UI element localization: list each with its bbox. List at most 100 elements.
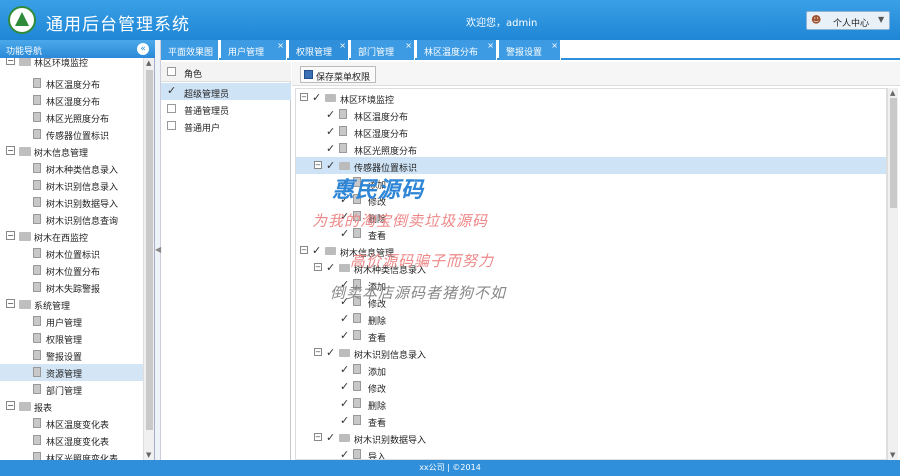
permission-checkbox[interactable]: ✓ xyxy=(326,431,335,444)
file-icon xyxy=(33,384,41,394)
nav-item[interactable]: 资源管理 xyxy=(0,364,143,381)
permission-node[interactable]: ✓ 删除 xyxy=(296,395,886,412)
role-row[interactable]: 普通用户 xyxy=(161,117,291,134)
role-checkbox[interactable] xyxy=(167,121,176,130)
nav-item[interactable]: 树木位置分布 xyxy=(0,262,143,279)
permission-node[interactable]: ✓ 林区温度分布 xyxy=(296,106,886,123)
permission-node[interactable]: − ✓ 树木识别数据导入 xyxy=(296,429,886,446)
collapse-toggle-icon[interactable]: − xyxy=(300,93,308,101)
nav-item[interactable]: 部门管理 xyxy=(0,381,143,398)
nav-item[interactable]: 树木种类信息录入 xyxy=(0,160,143,177)
file-icon xyxy=(33,214,41,224)
file-icon xyxy=(353,313,361,323)
collapse-toggle-icon[interactable]: − xyxy=(314,263,322,271)
tab-4[interactable]: 部门管理 × xyxy=(351,40,415,60)
collapse-toggle-icon[interactable]: − xyxy=(300,246,308,254)
permission-node[interactable]: ✓ 查看 xyxy=(296,327,886,344)
nav-item[interactable]: 树木位置标识 xyxy=(0,245,143,262)
nav-item[interactable]: 树木识别信息查询 xyxy=(0,211,143,228)
permission-checkbox[interactable]: ✓ xyxy=(326,159,335,172)
nav-group[interactable]: − 报表 xyxy=(0,398,143,415)
permission-node[interactable]: ✓ 修改 xyxy=(296,378,886,395)
permission-checkbox[interactable]: ✓ xyxy=(340,414,349,427)
sidebar-scrollbar[interactable]: ▲ ▼ xyxy=(143,58,154,460)
file-icon xyxy=(33,282,41,292)
permission-checkbox[interactable]: ✓ xyxy=(326,142,335,155)
role-row[interactable]: ✓ 超级管理员 xyxy=(161,83,291,100)
permission-checkbox[interactable]: ✓ xyxy=(326,108,335,121)
nav-group[interactable]: − 系统管理 xyxy=(0,296,143,313)
permission-checkbox[interactable]: ✓ xyxy=(340,397,349,410)
close-icon[interactable]: × xyxy=(277,41,284,50)
nav-item[interactable]: 林区光照度变化表 xyxy=(0,449,143,460)
nav-item[interactable]: 权限管理 xyxy=(0,330,143,347)
user-center-menu[interactable]: ☻ 个人中心 ▼ xyxy=(806,11,890,30)
permission-scrollbar[interactable]: ▲ ▼ xyxy=(887,88,898,460)
permission-checkbox[interactable]: ✓ xyxy=(340,329,349,342)
scroll-down-icon[interactable]: ▼ xyxy=(146,451,151,459)
collapse-toggle-icon[interactable]: − xyxy=(6,231,15,240)
nav-item[interactable]: 林区光照度分布 xyxy=(0,109,143,126)
collapse-toggle-icon[interactable]: − xyxy=(6,58,15,65)
nav-item[interactable]: 警报设置 xyxy=(0,347,143,364)
sidebar-scroll-thumb[interactable] xyxy=(146,70,153,430)
nav-group[interactable]: − 树木信息管理 xyxy=(0,143,143,160)
permission-checkbox[interactable]: ✓ xyxy=(326,125,335,138)
nav-item[interactable]: 林区湿度分布 xyxy=(0,92,143,109)
permission-checkbox[interactable]: ✓ xyxy=(326,346,335,359)
permission-node[interactable]: ✓ 林区湿度分布 xyxy=(296,123,886,140)
collapse-toggle-icon[interactable]: − xyxy=(6,401,15,410)
permission-node[interactable]: ✓ 添加 xyxy=(296,361,886,378)
permission-checkbox[interactable]: ✓ xyxy=(312,91,321,104)
tab-1[interactable]: 平面效果图 xyxy=(161,40,219,60)
collapse-sidebar-icon[interactable]: « xyxy=(137,43,149,55)
nav-item[interactable]: 林区温度变化表 xyxy=(0,415,143,432)
select-all-roles-checkbox[interactable] xyxy=(167,67,176,76)
permission-label: 树木识别数据导入 xyxy=(354,436,427,446)
tab-2[interactable]: 用户管理 × xyxy=(221,40,287,60)
file-icon xyxy=(33,112,41,122)
welcome-text: 欢迎您，admin xyxy=(466,18,538,29)
nav-item[interactable]: 树木识别信息录入 xyxy=(0,177,143,194)
nav-item[interactable]: 用户管理 xyxy=(0,313,143,330)
collapse-toggle-icon[interactable]: − xyxy=(314,348,322,356)
permission-checkbox[interactable]: ✓ xyxy=(340,448,349,459)
nav-item[interactable]: 林区温度分布 xyxy=(0,75,143,92)
role-checkbox[interactable]: ✓ xyxy=(167,85,176,96)
permission-checkbox[interactable]: ✓ xyxy=(340,312,349,325)
nav-item[interactable]: 林区湿度变化表 xyxy=(0,432,143,449)
nav-item[interactable]: 传感器位置标识 xyxy=(0,126,143,143)
scroll-up-icon[interactable]: ▲ xyxy=(146,59,151,67)
nav-item[interactable]: 树木失踪警报 xyxy=(0,279,143,296)
role-checkbox[interactable] xyxy=(167,104,176,113)
permission-node[interactable]: ✓ 林区光照度分布 xyxy=(296,140,886,157)
permission-checkbox[interactable]: ✓ xyxy=(312,244,321,257)
collapse-toggle-icon[interactable]: − xyxy=(314,433,322,441)
permission-scroll-thumb[interactable] xyxy=(890,98,897,208)
permission-node[interactable]: − ✓ 树木识别信息录入 xyxy=(296,344,886,361)
permission-checkbox[interactable]: ✓ xyxy=(340,363,349,376)
close-icon[interactable]: × xyxy=(487,41,494,50)
nav-group[interactable]: − 树木在西监控 xyxy=(0,228,143,245)
collapse-toggle-icon[interactable]: − xyxy=(314,161,322,169)
tab-3[interactable]: 权限管理 × xyxy=(289,40,349,60)
close-icon[interactable]: × xyxy=(339,41,346,50)
scroll-down-icon[interactable]: ▼ xyxy=(890,451,895,459)
permission-node[interactable]: ✓ 删除 xyxy=(296,310,886,327)
permission-node[interactable]: − ✓ 林区环境监控 xyxy=(296,89,886,106)
permission-checkbox[interactable]: ✓ xyxy=(326,261,335,274)
scroll-up-icon[interactable]: ▲ xyxy=(890,89,895,97)
nav-item[interactable]: 树木识别数据导入 xyxy=(0,194,143,211)
close-icon[interactable]: × xyxy=(551,41,558,50)
permission-node[interactable]: ✓ 查看 xyxy=(296,412,886,429)
nav-group[interactable]: − 林区环境监控 xyxy=(0,58,143,70)
save-menu-permissions-button[interactable]: 保存菜单权限 xyxy=(300,66,376,83)
tab-5[interactable]: 林区温度分布 × xyxy=(417,40,497,60)
permission-node[interactable]: ✓ 导入 xyxy=(296,446,886,459)
permission-checkbox[interactable]: ✓ xyxy=(340,380,349,393)
collapse-toggle-icon[interactable]: − xyxy=(6,146,15,155)
collapse-toggle-icon[interactable]: − xyxy=(6,299,15,308)
tab-6[interactable]: 警报设置 × xyxy=(499,40,561,60)
close-icon[interactable]: × xyxy=(405,41,412,50)
role-row[interactable]: 普通管理员 xyxy=(161,100,291,117)
